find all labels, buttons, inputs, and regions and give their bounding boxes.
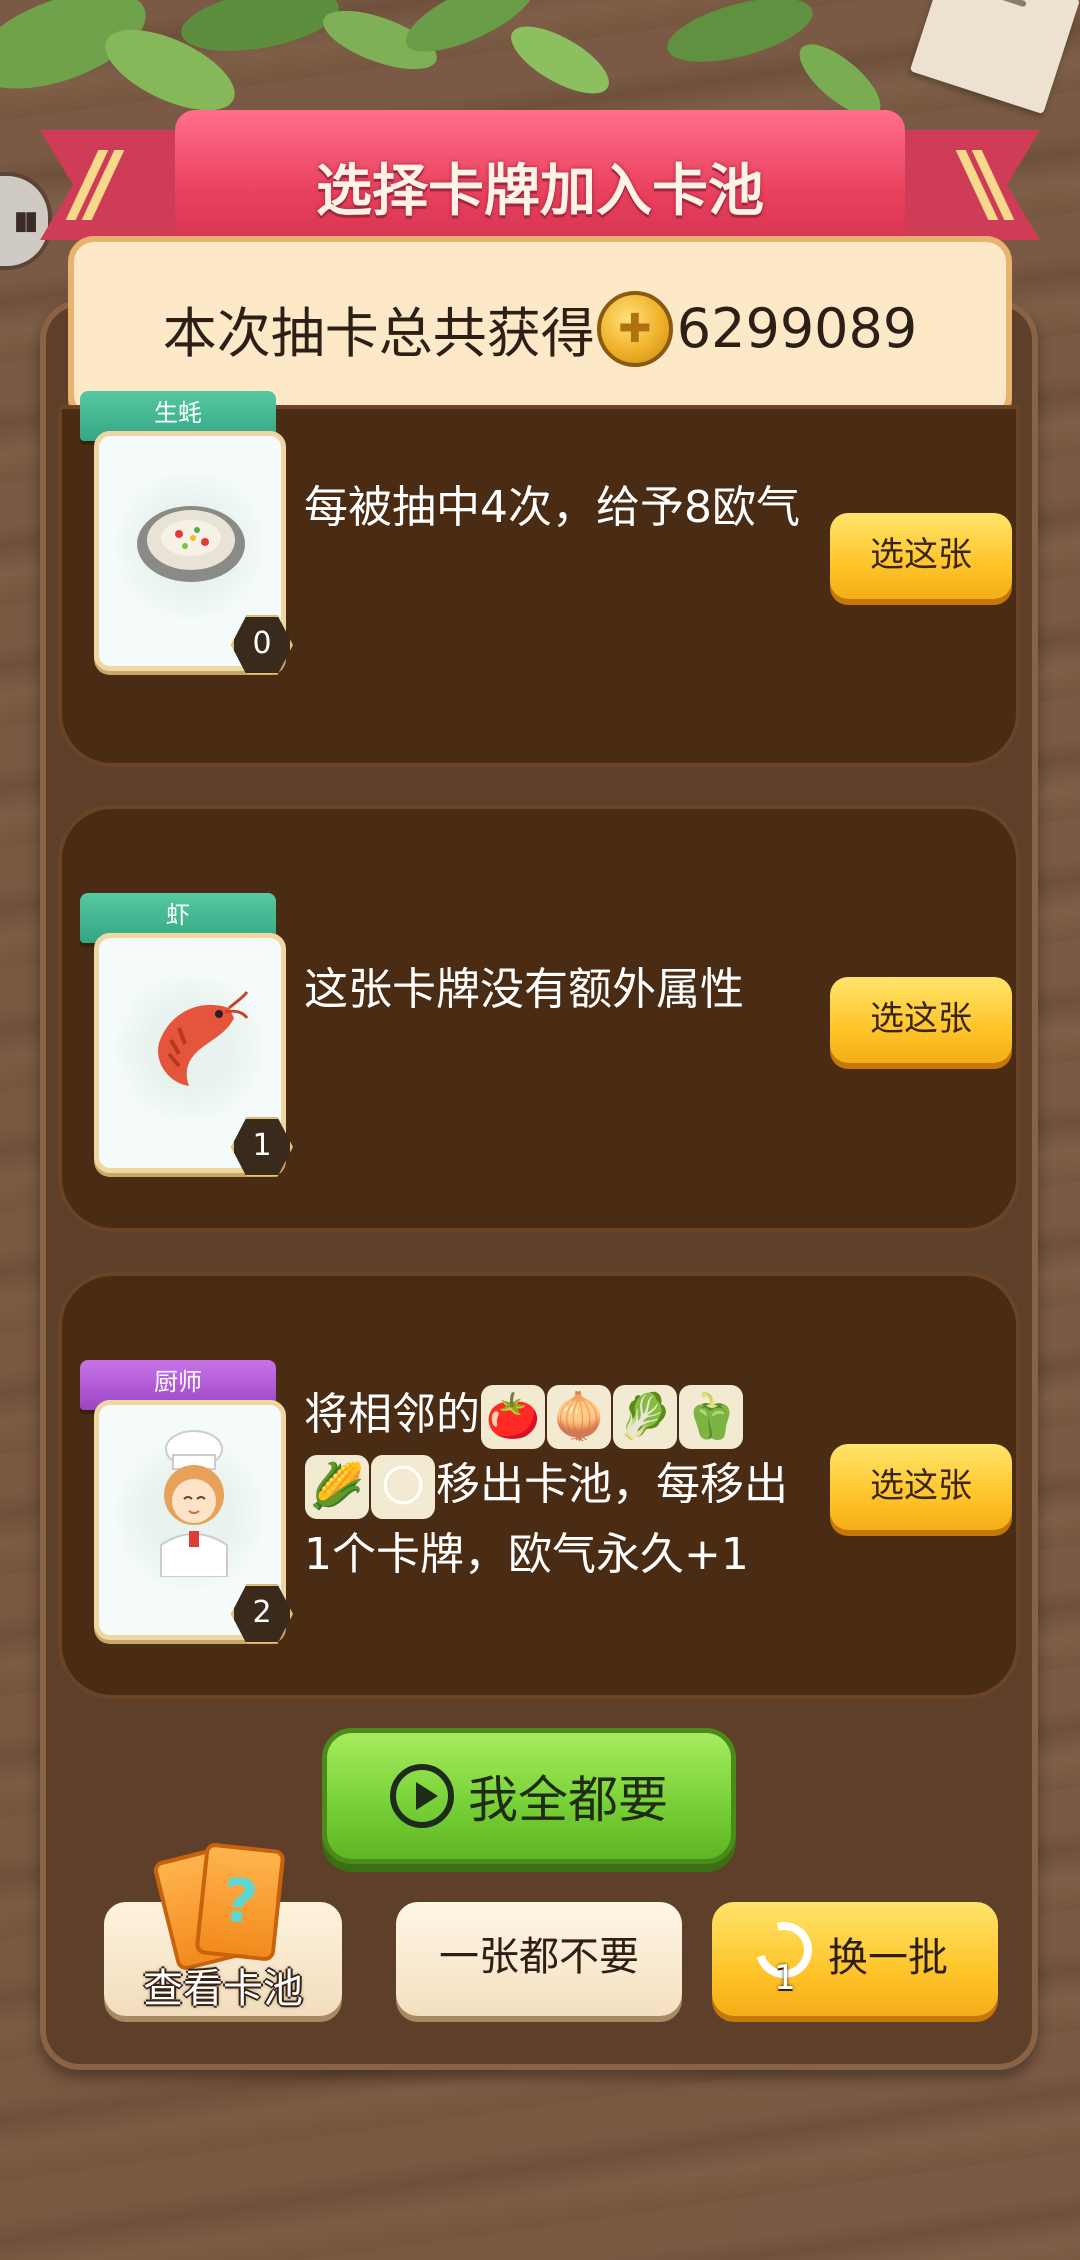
card-description: 每被抽中4次，给予8欧气 bbox=[304, 482, 800, 533]
description-mid: 移出卡池，每移出 bbox=[436, 1459, 788, 1510]
question-card-shape: ? bbox=[194, 1842, 286, 1962]
view-pool-button[interactable]: ? 查看卡池 bbox=[104, 1842, 342, 2016]
take-all-label: 我全都要 bbox=[468, 1771, 668, 1829]
total-amount: 6299089 bbox=[676, 297, 918, 360]
card-level-badge: 0 bbox=[231, 615, 293, 675]
green-pepper-icon: 🫑 bbox=[679, 1385, 743, 1449]
total-label: 本次抽卡总共获得 bbox=[162, 302, 595, 365]
oyster-icon bbox=[137, 506, 245, 582]
lettuce-icon: 🥬 bbox=[613, 1385, 677, 1449]
description-suffix: 1个卡牌，欧气永久+1 bbox=[304, 1529, 749, 1580]
face-icon: ▮▮ bbox=[13, 206, 39, 236]
corn-icon: 🌽 bbox=[305, 1455, 369, 1519]
card-option-row: 虾 1 这张卡牌没有额外属性 选这张 bbox=[58, 805, 1020, 1232]
card-option-row: 厨师 2 将相邻的 🍅 🧅 🥬 🫑 🌽 🌕 移出卡池，每移出 1个卡牌，欧气永久+1 选这张 bbox=[58, 1272, 1020, 1699]
card-description: 将相邻的 🍅 🧅 🥬 🫑 🌽 🌕 移出卡池，每移出 1个卡牌，欧气永久+1 bbox=[304, 1380, 844, 1590]
take-all-button[interactable]: 我全都要 bbox=[322, 1728, 736, 1864]
select-card-button[interactable]: 选这张 bbox=[830, 977, 1012, 1063]
take-none-button[interactable]: 一张都不要 bbox=[396, 1902, 682, 2016]
reroll-count: 1 bbox=[774, 1958, 796, 1998]
tomato-icon: 🍅 bbox=[481, 1385, 545, 1449]
card-shrimp[interactable]: 1 bbox=[94, 933, 293, 1177]
shrimp-icon bbox=[158, 991, 249, 1086]
description-prefix: 将相邻的 bbox=[304, 1389, 480, 1440]
view-pool-label: 查看卡池 bbox=[143, 1966, 303, 2012]
ribbon-tail-left bbox=[40, 130, 190, 240]
reroll-button[interactable]: 1 换一批 bbox=[712, 1902, 998, 2016]
reroll-label: 换一批 bbox=[828, 1935, 948, 1981]
select-card-button[interactable]: 选这张 bbox=[830, 1444, 1012, 1530]
card-level-badge: 1 bbox=[231, 1117, 293, 1177]
card-name: 虾 bbox=[166, 901, 190, 929]
page-title: 选择卡牌加入卡池 bbox=[316, 159, 764, 224]
chef-icon bbox=[160, 1430, 228, 1577]
card-name: 生蚝 bbox=[154, 399, 202, 427]
card-chef[interactable]: 2 bbox=[94, 1400, 293, 1644]
card-level-badge: 2 bbox=[231, 1584, 293, 1644]
card-oyster[interactable]: 0 bbox=[94, 431, 293, 675]
corn-kernels-icon: 🌕 bbox=[371, 1455, 435, 1519]
card-option-row: 生蚝 0 每被抽中4次，给予8欧气 选这张 bbox=[58, 391, 1020, 767]
play-video-icon bbox=[390, 1764, 454, 1828]
select-card-button[interactable]: 选这张 bbox=[830, 513, 1012, 599]
ribbon-tail-right bbox=[890, 130, 1040, 240]
coin-icon bbox=[596, 290, 673, 367]
card-name: 厨师 bbox=[154, 1368, 202, 1396]
card-description: 这张卡牌没有额外属性 bbox=[304, 964, 744, 1015]
onion-icon: 🧅 bbox=[547, 1385, 611, 1449]
